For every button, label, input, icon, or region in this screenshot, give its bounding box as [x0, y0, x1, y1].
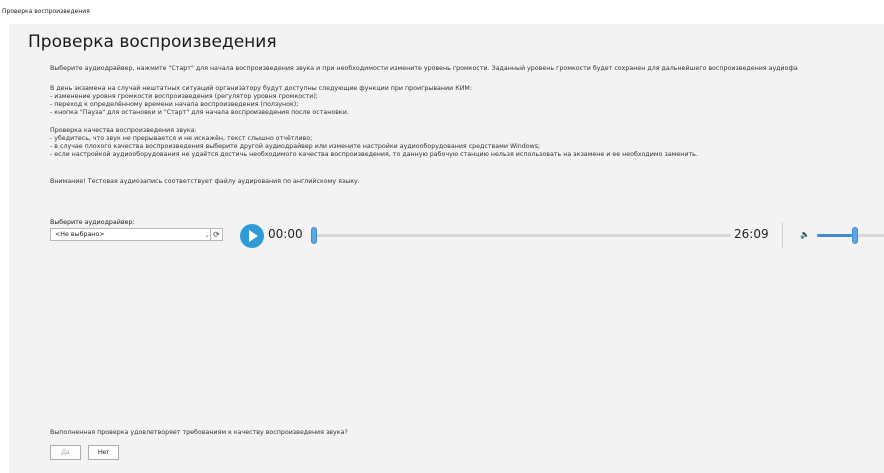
driver-label: Выберите аудиодрайвер: — [50, 219, 135, 226]
instruction-line: В день экзамена на случай нештатных ситу… — [50, 85, 472, 92]
instruction-line: - кнопка "Пауза" для остановки и "Старт"… — [50, 109, 349, 116]
instruction-line: - в случае плохого качества воспроизведе… — [50, 143, 541, 150]
instruction-line: - изменение уровня громкости воспроизвед… — [50, 93, 318, 100]
volume-icon[interactable]: 🔈 — [800, 230, 810, 239]
page-title: Проверка воспроизведения — [28, 32, 277, 52]
refresh-icon: ⟳ — [213, 230, 220, 239]
current-time: 00:00 — [268, 227, 303, 241]
instruction-line: - убедитесь, что звук не прерывается и н… — [50, 135, 313, 142]
content-panel: Проверка воспроизведения Выберите аудиод… — [9, 24, 884, 473]
progress-slider[interactable] — [311, 227, 731, 244]
instruction-line: - переход к определённому времени начала… — [50, 101, 299, 108]
driver-selected-value: <Не выбрано> — [55, 231, 105, 238]
player-divider — [782, 222, 783, 248]
yes-button[interactable]: Да — [50, 445, 81, 460]
progress-slider-thumb[interactable] — [311, 227, 317, 244]
total-time: 26:09 — [734, 227, 769, 241]
volume-slider-thumb[interactable] — [852, 227, 858, 244]
instruction-line: Выберите аудиодрайвер, нажмите "Старт" д… — [50, 65, 798, 72]
window-title: Проверка воспроизведения — [2, 8, 90, 15]
warning-line: Внимание! Тестовая аудиозапись соответст… — [50, 178, 360, 185]
instruction-line: - если настройкой аудиооборудования не у… — [50, 151, 698, 158]
driver-select[interactable]: <Не выбрано> ⌄ — [50, 228, 215, 241]
instruction-line: Проверка качества воспроизведения звука: — [50, 127, 197, 134]
volume-slider[interactable] — [817, 227, 884, 244]
refresh-driver-button[interactable]: ⟳ — [210, 228, 223, 241]
confirm-question: Выполненная проверка удовлетворяет требо… — [50, 429, 348, 436]
no-button[interactable]: Нет — [88, 445, 119, 460]
volume-slider-fill — [817, 234, 852, 237]
play-button[interactable] — [240, 224, 264, 248]
